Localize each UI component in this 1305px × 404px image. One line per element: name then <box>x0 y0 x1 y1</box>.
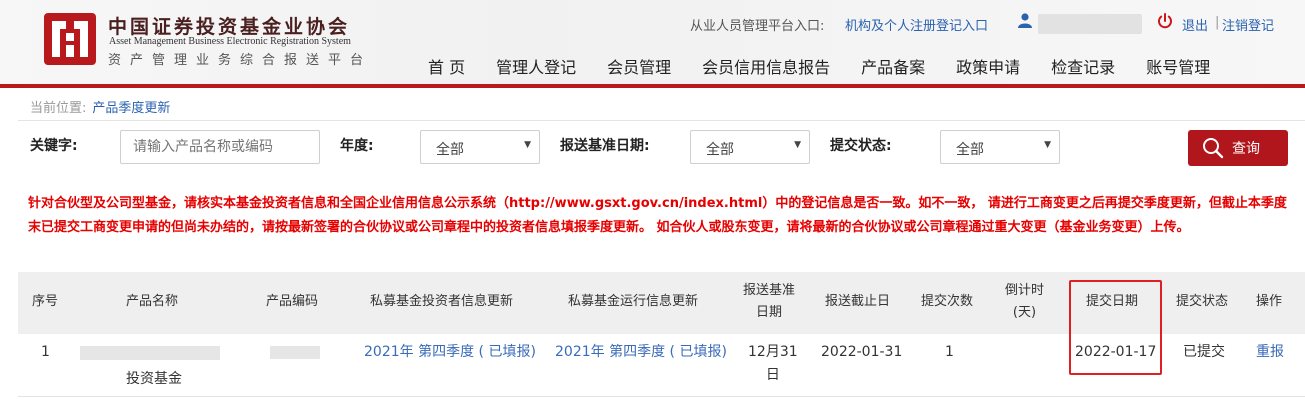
logo-english-title: Asset Management Business Electronic Reg… <box>109 36 351 47</box>
nav-item-home[interactable]: 首 页 <box>428 54 465 77</box>
query-button[interactable]: 查询 <box>1188 130 1288 166</box>
power-icon[interactable] <box>1157 13 1173 29</box>
header-divider <box>0 84 1305 88</box>
cell-no: 1 <box>41 344 50 360</box>
nav-item-member-credit-report[interactable]: 会员信用信息报告 <box>702 54 830 77</box>
verification-notice: 针对合伙型及公司型基金，请核实本基金投资者信息和全国企业信用信息公示系统（htt… <box>28 196 1287 235</box>
report-date-select-value: 全部 <box>706 142 734 158</box>
product-name-redacted <box>80 346 220 360</box>
col-header-product-code: 产品编码 <box>266 294 319 309</box>
col-header-product-name: 产品名称 <box>126 294 179 309</box>
report-date-select[interactable]: 全部 ▼ <box>690 130 810 164</box>
chevron-down-icon: ▼ <box>794 140 801 150</box>
chevron-down-icon: ▼ <box>524 140 531 150</box>
col-header-investor-update: 私募基金投资者信息更新 <box>370 294 514 309</box>
nav-item-member-management[interactable]: 会员管理 <box>607 54 671 77</box>
year-select-value: 全部 <box>436 142 464 158</box>
cell-submit-status: 已提交 <box>1183 344 1225 360</box>
submit-status-select[interactable]: 全部 ▼ <box>940 130 1060 164</box>
resubmit-link[interactable]: 重报 <box>1256 341 1284 364</box>
breadcrumb-divider <box>18 120 1305 121</box>
investor-update-link[interactable]: 2021年 第四季度 ( 已填报) <box>364 341 536 364</box>
nav-item-manager-registration[interactable]: 管理人登记 <box>496 54 576 77</box>
chevron-down-icon: ▼ <box>1044 140 1051 150</box>
logout-link[interactable]: 退出 <box>1182 15 1208 34</box>
col-header-countdown: 倒计时 (天) <box>1005 280 1044 324</box>
user-icon <box>1018 13 1032 28</box>
col-header-action: 操作 <box>1256 294 1283 309</box>
breadcrumb-current[interactable]: 产品季度更新 <box>92 101 170 116</box>
nav-item-product-filing[interactable]: 产品备案 <box>861 54 925 77</box>
col-header-deadline: 报送截止日 <box>825 294 891 309</box>
platform-entry-link[interactable]: 机构及个人注册登记入口 <box>845 15 988 34</box>
cell-report-date-line2: 日 <box>765 367 780 383</box>
logo-chinese-title: 中国证券投资基金业协会 <box>108 16 351 38</box>
search-icon <box>1203 138 1224 159</box>
col-header-report-date-line2: 日期 <box>756 305 783 320</box>
cell-report-date-line1: 12月31 <box>748 344 798 360</box>
username-redacted <box>1038 14 1142 34</box>
platform-entry-label: 从业人员管理平台入口: <box>690 19 825 34</box>
nav-item-policy-application[interactable]: 政策申请 <box>956 54 1020 77</box>
year-label: 年度: <box>340 138 374 154</box>
year-select[interactable]: 全部 ▼ <box>420 130 540 164</box>
col-header-submit-status: 提交状态 <box>1176 294 1229 309</box>
col-header-operation-update: 私募基金运行信息更新 <box>568 294 699 309</box>
keyword-label: 关键字: <box>30 138 78 154</box>
col-header-countdown-line2: (天) <box>1012 305 1037 320</box>
breadcrumb: 当前位置: 产品季度更新 <box>30 97 170 116</box>
cell-submit-count: 1 <box>945 344 954 360</box>
submit-status-select-value: 全部 <box>956 142 984 158</box>
col-header-no: 序号 <box>32 294 59 309</box>
col-header-submit-count: 提交次数 <box>921 294 974 309</box>
row-divider <box>18 396 1305 397</box>
association-logo-icon <box>44 13 96 65</box>
logo-subtitle: 资产管理业务综合报送平台 <box>108 53 373 68</box>
col-header-report-date: 报送基准 日期 <box>743 280 795 324</box>
submit-date-highlight-box <box>1069 280 1162 375</box>
keyword-input[interactable] <box>120 130 320 164</box>
cancel-registration-link[interactable]: 注销登记 <box>1222 15 1274 34</box>
report-date-label: 报送基准日期: <box>560 138 650 154</box>
nav-item-account-management[interactable]: 账号管理 <box>1146 54 1210 77</box>
operation-update-link[interactable]: 2021年 第四季度 ( 已填报) <box>555 341 727 364</box>
cell-product-name-tail: 投资基金 <box>126 371 182 387</box>
breadcrumb-label: 当前位置: <box>30 101 87 116</box>
query-button-label: 查询 <box>1232 141 1260 157</box>
col-header-report-date-line1: 报送基准 <box>743 283 796 298</box>
cell-report-date: 12月31 日 <box>748 341 798 387</box>
nav-item-inspection-records[interactable]: 检查记录 <box>1051 54 1115 77</box>
cell-deadline: 2022-01-31 <box>821 344 903 360</box>
site-header: 中国证券投资基金业协会 Asset Management Business El… <box>0 0 1305 84</box>
main-nav: 首 页 管理人登记 会员管理 会员信用信息报告 产品备案 政策申请 检查记录 账… <box>428 54 1241 77</box>
col-header-countdown-line1: 倒计时 <box>1005 283 1045 298</box>
product-code-redacted <box>270 346 320 359</box>
submit-status-label: 提交状态: <box>830 138 892 154</box>
topbar-separator: | <box>1215 15 1220 30</box>
